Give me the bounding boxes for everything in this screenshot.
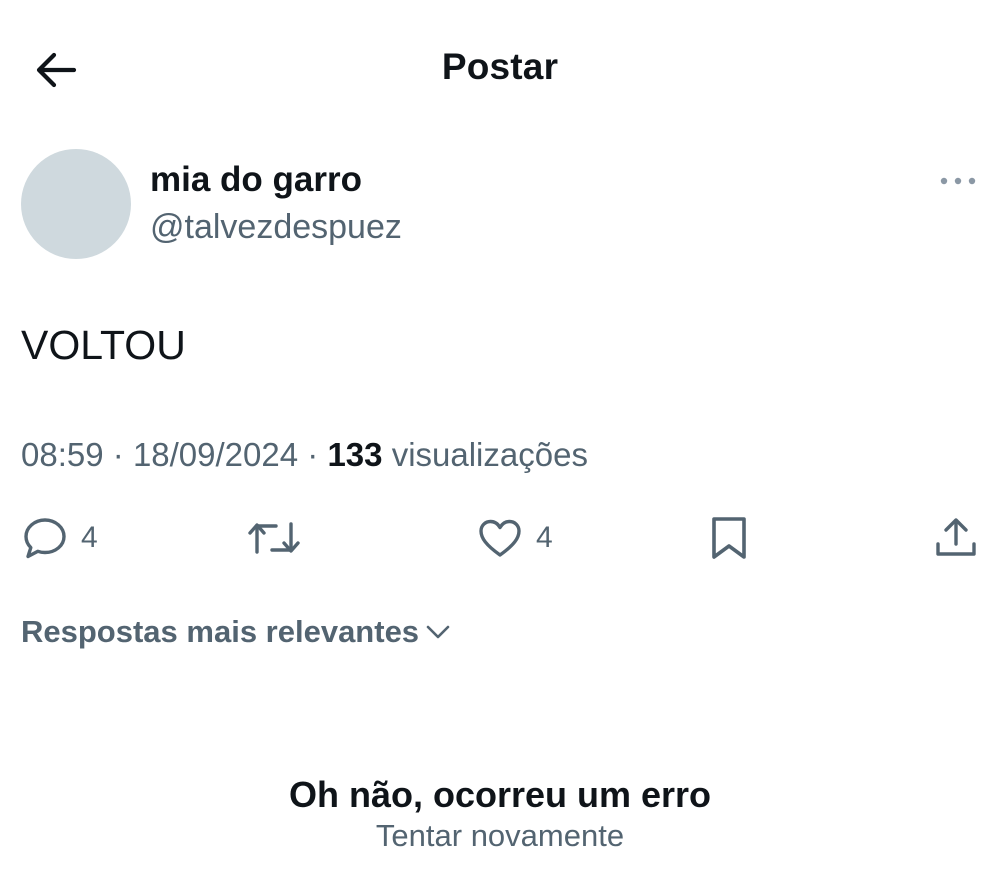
views-label: visualizações — [391, 436, 588, 473]
retry-wrapper: Tentar novamente — [0, 818, 1000, 854]
views-count: 133 — [327, 436, 383, 473]
avatar[interactable] — [21, 149, 131, 259]
error-title: Oh não, ocorreu um erro — [288, 774, 712, 815]
bookmark-icon — [712, 517, 746, 559]
author-handle[interactable]: @talvezdespuez — [150, 208, 402, 247]
like-button[interactable]: 4 — [476, 510, 553, 566]
reply-button[interactable]: 4 — [21, 510, 98, 566]
like-count: 4 — [536, 521, 553, 554]
post-date[interactable]: 18/09/2024 — [133, 436, 298, 473]
replies-sort-dropdown[interactable]: Respostas mais relevantes — [21, 614, 453, 650]
meta-separator: · — [112, 436, 124, 473]
reply-count: 4 — [81, 521, 98, 554]
meta-separator: · — [307, 436, 319, 473]
heart-icon — [479, 519, 521, 557]
post-time[interactable]: 08:59 — [21, 436, 104, 473]
repost-icon — [248, 522, 300, 554]
retry-link[interactable]: Tentar novamente — [376, 818, 624, 853]
bookmark-button[interactable] — [705, 510, 753, 566]
repost-button[interactable] — [246, 510, 302, 566]
replies-sort-label: Respostas mais relevantes — [21, 614, 420, 649]
more-options-button[interactable] — [936, 166, 980, 196]
post-meta: 08:59 · 18/09/2024 · 133 visualizações — [21, 436, 588, 474]
more-dots-icon — [940, 177, 976, 185]
share-icon — [936, 518, 976, 556]
post-text: VOLTOU — [21, 322, 186, 368]
chevron-down-icon — [426, 625, 450, 639]
top-bar: Postar — [0, 0, 1000, 140]
author-name[interactable]: mia do garro — [150, 160, 362, 200]
reply-bubble-icon — [24, 518, 66, 559]
page-title: Postar — [441, 46, 559, 87]
share-button[interactable] — [932, 510, 980, 566]
